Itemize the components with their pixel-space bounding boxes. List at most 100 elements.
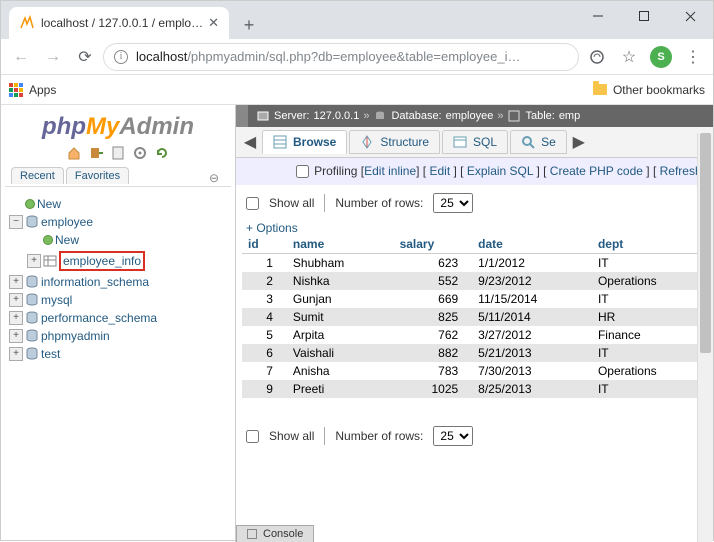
nav-forward-icon[interactable]: → (39, 43, 67, 71)
tree-db-employee[interactable]: − employee (9, 213, 231, 231)
other-bookmarks-label: Other bookmarks (613, 83, 705, 97)
console-icon (247, 529, 257, 539)
settings-icon[interactable] (132, 145, 148, 161)
tab-structure[interactable]: Structure (349, 130, 440, 154)
nav-back-icon[interactable]: ← (7, 43, 35, 71)
main-tabs: ◀ Browse Structure SQL Se ▶ (236, 127, 713, 158)
profiling-checkbox[interactable] (296, 165, 309, 178)
query-actions: Profiling [Edit inline] [ Edit ] [ Expla… (236, 158, 713, 185)
favorites-tab[interactable]: Favorites (66, 167, 129, 184)
tree-db-phpmyadmin[interactable]: +phpmyadmin (9, 327, 231, 345)
apps-shortcut[interactable]: Apps (9, 83, 56, 97)
browser-toolbar: ← → ⟳ i localhost/phpmyadmin/sql.php?db=… (1, 39, 713, 75)
col-id[interactable]: id (242, 235, 287, 254)
console-toggle[interactable]: Console (236, 525, 314, 542)
expand-icon[interactable]: + (9, 329, 23, 343)
col-name[interactable]: name (287, 235, 394, 254)
col-date[interactable]: date (472, 235, 592, 254)
tabs-scroll-left-icon[interactable]: ◀ (240, 129, 260, 155)
breadcrumb: Server: 127.0.0.1 » Database: employee »… (236, 105, 713, 127)
table-icon (43, 254, 57, 268)
show-all-label-bottom: Show all (269, 429, 314, 443)
edit-link[interactable]: Edit (429, 164, 450, 178)
collapse-icon[interactable]: − (9, 215, 23, 229)
pma-logo: phpMyAdmin (42, 111, 194, 141)
pma-main: Server: 127.0.0.1 » Database: employee »… (236, 105, 713, 542)
vertical-scrollbar[interactable] (697, 133, 713, 542)
address-bar[interactable]: i localhost/phpmyadmin/sql.php?db=employ… (103, 43, 579, 71)
breadcrumb-server[interactable]: 127.0.0.1 (313, 110, 359, 122)
explain-sql-link[interactable]: Explain SQL (467, 164, 533, 178)
database-icon (25, 293, 39, 307)
show-all-checkbox[interactable] (246, 197, 259, 210)
tree-new[interactable]: New (9, 195, 231, 213)
window-minimize-icon[interactable] (575, 1, 621, 31)
refresh-link[interactable]: Refresh (660, 164, 702, 178)
new-tab-button[interactable]: + (235, 11, 263, 39)
tree-db-information_schema[interactable]: +information_schema (9, 273, 231, 291)
breadcrumb-db[interactable]: employee (446, 110, 494, 122)
browse-icon (273, 135, 287, 149)
docs-icon[interactable] (110, 145, 126, 161)
logout-icon[interactable] (88, 145, 104, 161)
database-icon (25, 347, 39, 361)
collapse-nav-icon[interactable]: ⊖ (209, 171, 219, 185)
nav-tree: New − employee New + employee_info +info… (5, 186, 231, 363)
tab-sql[interactable]: SQL (442, 130, 508, 154)
tree-db-new[interactable]: New (9, 231, 231, 249)
tree-db-mysql[interactable]: +mysql (9, 291, 231, 309)
pma-favicon (19, 15, 35, 31)
table-row[interactable]: 4Sumit8255/11/2014HR (242, 308, 711, 326)
expand-icon[interactable]: + (9, 311, 23, 325)
tab-search[interactable]: Se (510, 130, 567, 154)
site-info-icon[interactable]: i (114, 50, 128, 64)
table-row[interactable]: 2Nishka5529/23/2012Operations (242, 272, 711, 290)
apps-label: Apps (29, 83, 56, 97)
breadcrumb-table[interactable]: emp (559, 110, 580, 122)
database-icon (25, 329, 39, 343)
bookmark-star-icon[interactable]: ☆ (615, 43, 643, 71)
expand-icon[interactable]: + (27, 254, 41, 268)
table-row[interactable]: 6Vaishali8825/21/2013IT (242, 344, 711, 362)
table-row[interactable]: 3Gunjan66911/15/2014IT (242, 290, 711, 308)
edit-inline-link[interactable]: Edit inline (364, 164, 416, 178)
extension-icon[interactable] (583, 43, 611, 71)
row-options-top: Show all Number of rows: 25 (236, 185, 713, 221)
table-row[interactable]: 1Shubham6231/1/2012IT (242, 254, 711, 273)
tab-browse[interactable]: Browse (262, 130, 347, 154)
expand-icon[interactable]: + (9, 293, 23, 307)
server-icon (256, 109, 270, 123)
num-rows-select[interactable]: 25 (433, 193, 473, 213)
tabs-scroll-right-icon[interactable]: ▶ (569, 129, 589, 155)
col-salary[interactable]: salary (394, 235, 473, 254)
other-bookmarks[interactable]: Other bookmarks (593, 83, 705, 97)
tree-table-employee-info[interactable]: + employee_info (9, 249, 231, 273)
pma-sidebar: phpMyAdmin Recent Favorites ⊖ New − empl… (1, 105, 236, 542)
structure-icon (360, 135, 374, 149)
home-icon[interactable] (66, 145, 82, 161)
table-row[interactable]: 7Anisha7837/30/2013Operations (242, 362, 711, 380)
show-all-checkbox-bottom[interactable] (246, 430, 259, 443)
num-rows-label-bottom: Number of rows: (335, 429, 423, 443)
create-php-link[interactable]: Create PHP code (550, 164, 643, 178)
menu-icon[interactable]: ⋮ (679, 43, 707, 71)
col-dept[interactable]: dept (592, 235, 711, 254)
expand-icon[interactable]: + (9, 275, 23, 289)
reload-nav-icon[interactable] (154, 145, 170, 161)
window-close-icon[interactable] (667, 1, 713, 31)
nav-reload-icon[interactable]: ⟳ (71, 43, 99, 71)
expand-icon[interactable]: + (9, 347, 23, 361)
recent-tab[interactable]: Recent (11, 167, 64, 184)
options-toggle[interactable]: + Options (246, 221, 298, 235)
browser-tab[interactable]: localhost / 127.0.0.1 / employee ✕ (9, 7, 229, 39)
show-all-label: Show all (269, 196, 314, 210)
url-host: localhost (136, 49, 187, 64)
num-rows-select-bottom[interactable]: 25 (433, 426, 473, 446)
window-maximize-icon[interactable] (621, 1, 667, 31)
profile-avatar[interactable]: S (647, 43, 675, 71)
table-row[interactable]: 9Preeti10258/25/2013IT (242, 380, 711, 398)
tree-db-performance_schema[interactable]: +performance_schema (9, 309, 231, 327)
tab-close-icon[interactable]: ✕ (208, 15, 219, 31)
tree-db-test[interactable]: +test (9, 345, 231, 363)
table-row[interactable]: 5Arpita7623/27/2012Finance (242, 326, 711, 344)
